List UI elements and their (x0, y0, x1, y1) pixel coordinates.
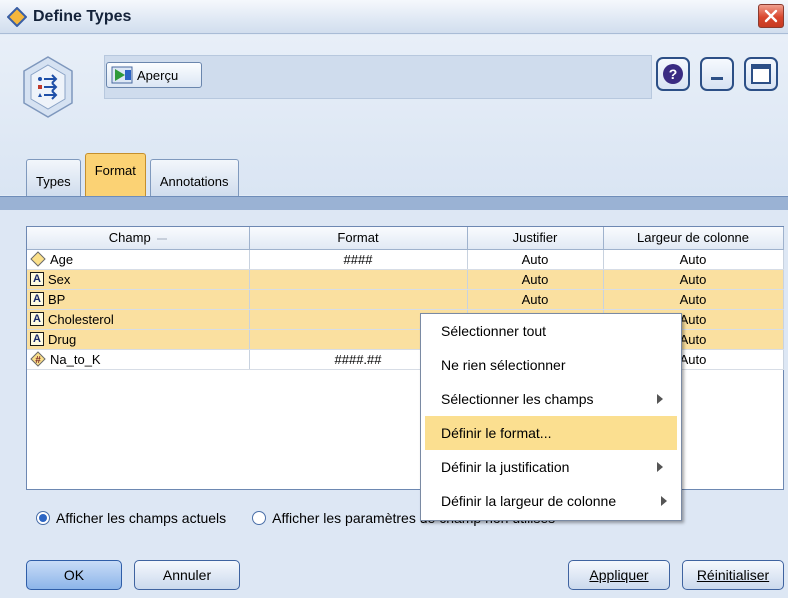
type-node-icon (23, 56, 73, 118)
table-row[interactable]: A Sex Auto Auto (27, 269, 784, 290)
menu-item-set-format[interactable]: Définir le format... (425, 416, 677, 450)
submenu-arrow-icon (661, 496, 667, 506)
field-name: Age (50, 251, 74, 267)
context-menu: Sélectionner tout Ne rien sélectionner S… (420, 313, 682, 521)
title-bar: Define Types (0, 0, 788, 34)
tab-format[interactable]: Format (84, 153, 146, 197)
cancel-button[interactable]: Annuler (134, 560, 240, 590)
preview-label: Aperçu (137, 67, 179, 83)
menu-item-set-justification[interactable]: Définir la justification (421, 450, 681, 484)
ok-label: OK (63, 567, 85, 583)
justify-cell[interactable]: Auto (467, 249, 604, 270)
field-name: BP (48, 291, 66, 307)
help-icon: ? (663, 64, 683, 84)
minimize-icon (711, 77, 723, 80)
width-cell[interactable]: Auto (603, 269, 784, 290)
justify-cell[interactable]: Auto (467, 269, 604, 290)
menu-item-select-all[interactable]: Sélectionner tout (421, 314, 681, 348)
window-title: Define Types (33, 8, 132, 25)
tab-annotations[interactable]: Annotations (149, 159, 239, 197)
minimize-button[interactable] (700, 57, 734, 91)
menu-item-select-none[interactable]: Ne rien sélectionner (421, 348, 681, 382)
text-a-icon: A (30, 332, 44, 346)
tab-divider (0, 196, 788, 210)
tab-format-label: Format (94, 163, 136, 178)
text-a-icon: A (30, 312, 44, 326)
current-fields-radio[interactable] (36, 511, 50, 525)
cancel-label: Annuler (162, 567, 212, 583)
maximize-icon (751, 64, 771, 84)
text-a-icon: A (30, 272, 44, 286)
reset-label: Réinitialiser (696, 567, 770, 583)
column-header-format[interactable]: Format (249, 227, 468, 250)
width-cell[interactable]: Auto (603, 289, 784, 310)
text-a-icon: A (30, 292, 44, 306)
ok-button[interactable]: OK (26, 560, 122, 590)
column-header-width[interactable]: Largeur de colonne (603, 227, 784, 250)
format-cell[interactable]: #### (249, 249, 468, 270)
submenu-arrow-icon (657, 394, 663, 404)
field-name: Sex (48, 271, 71, 287)
reset-button[interactable]: Réinitialiser (682, 560, 784, 590)
submenu-arrow-icon (657, 462, 663, 472)
maximize-button[interactable] (744, 57, 778, 91)
column-header-field[interactable]: Champ (27, 227, 250, 250)
tab-types-label: Types (36, 174, 71, 189)
current-fields-label[interactable]: Afficher les champs actuels (56, 510, 226, 526)
tab-strip: Types Format Annotations (26, 153, 243, 197)
numeric-hash-icon: # (30, 351, 46, 367)
apply-button[interactable]: Appliquer (568, 560, 670, 590)
field-name: Na_to_K (50, 351, 101, 367)
table-row[interactable]: A BP Auto Auto (27, 289, 784, 310)
svg-text:#: # (35, 355, 41, 366)
field-name: Drug (48, 331, 77, 347)
format-cell[interactable] (249, 269, 468, 290)
tab-annotations-label: Annotations (159, 174, 229, 189)
column-header-justify[interactable]: Justifier (467, 227, 604, 250)
define-types-node-icon (7, 7, 27, 27)
preview-button[interactable]: Aperçu (106, 62, 202, 88)
menu-item-set-column-width[interactable]: Définir la largeur de colonne (421, 484, 681, 518)
svg-text:?: ? (669, 66, 678, 82)
width-cell[interactable]: Auto (603, 249, 784, 270)
close-button[interactable] (758, 4, 784, 28)
play-preview-icon (111, 66, 133, 84)
tab-types[interactable]: Types (26, 159, 81, 197)
table-row[interactable]: Age #### Auto Auto (27, 249, 784, 270)
justify-cell[interactable]: Auto (467, 289, 604, 310)
menu-item-select-fields[interactable]: Sélectionner les champs (421, 382, 681, 416)
help-button[interactable]: ? (656, 57, 690, 91)
field-name: Cholesterol (48, 311, 114, 327)
sort-indicator-icon (156, 237, 167, 240)
unused-fields-radio[interactable] (252, 511, 267, 525)
apply-label: Appliquer (589, 567, 649, 583)
continuous-diamond-icon (30, 251, 46, 267)
format-cell[interactable] (249, 289, 468, 310)
close-icon (764, 9, 778, 23)
